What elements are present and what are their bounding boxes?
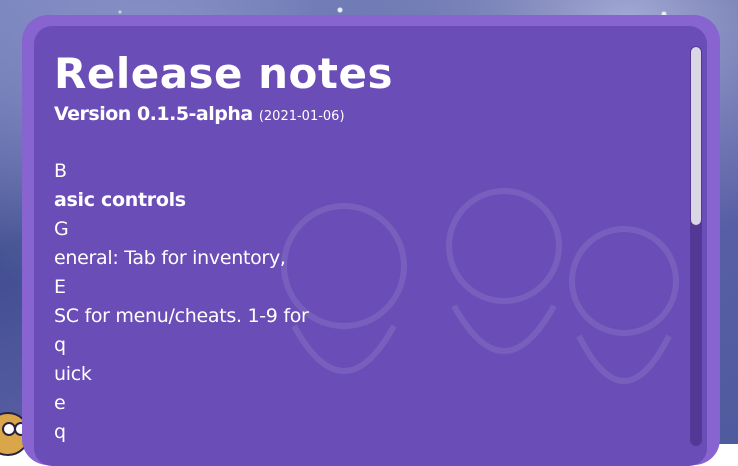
notes-line: uick — [54, 363, 92, 385]
scrollbar-thumb[interactable] — [691, 47, 701, 225]
version-line: Version 0.1.5-alpha (2021-01-06) — [54, 102, 674, 129]
version-date: (2021-01-06) — [258, 109, 345, 124]
release-notes-dialog: Release notes Version 0.1.5-alpha (2021-… — [34, 26, 707, 466]
notes-line: q — [54, 421, 66, 443]
notes-line: eneral: Tab for inventory, — [54, 247, 286, 269]
notes-line: E — [54, 276, 66, 298]
version-label: Version 0.1.5-alpha — [54, 103, 253, 125]
release-notes-text: B asic controls G eneral: Tab for invent… — [54, 157, 674, 447]
notes-line: SC for menu/cheats. 1-9 for — [54, 305, 309, 327]
notes-line: q — [54, 334, 66, 356]
notes-line: B — [54, 160, 67, 182]
notes-line: e — [54, 392, 66, 414]
dialog-content: Release notes Version 0.1.5-alpha (2021-… — [54, 48, 674, 447]
page-title: Release notes — [54, 49, 393, 98]
notes-line: G — [54, 218, 69, 240]
notes-line: asic controls — [54, 189, 186, 211]
